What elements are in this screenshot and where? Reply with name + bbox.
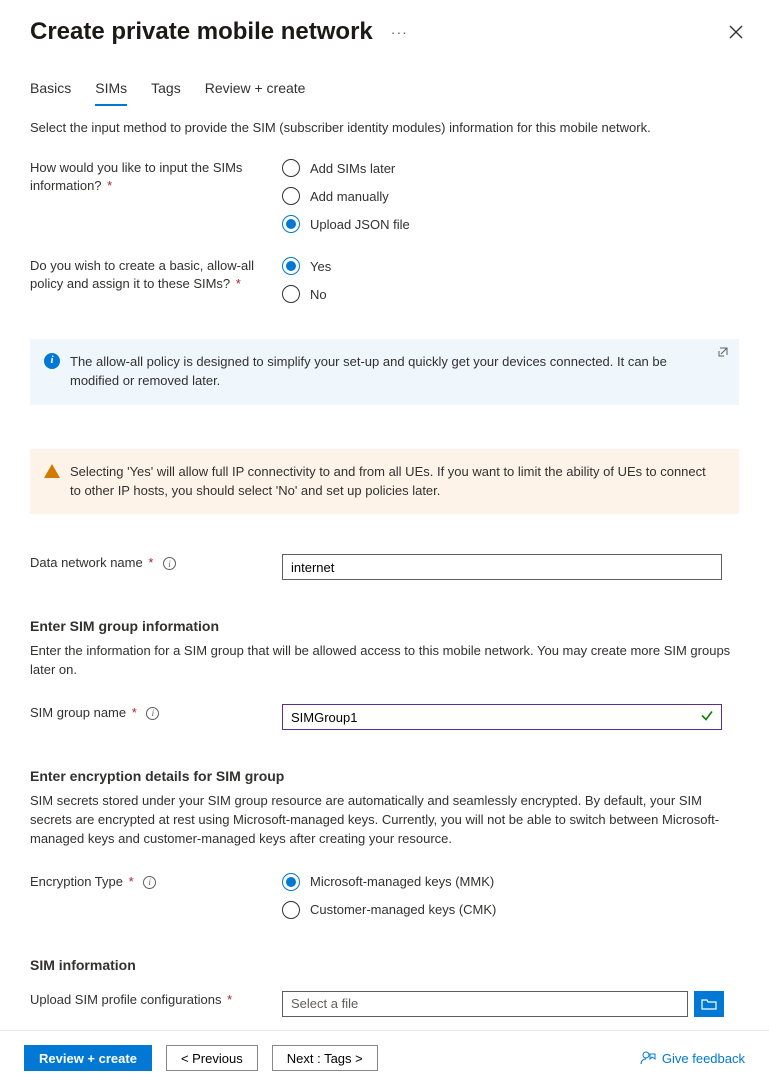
radio-label-mmk: Microsoft-managed keys (MMK)	[310, 874, 494, 889]
radio-mmk[interactable]: Microsoft-managed keys (MMK)	[282, 873, 739, 891]
required-mark: *	[128, 705, 137, 720]
info-icon: i	[44, 353, 60, 369]
help-icon[interactable]: i	[146, 707, 159, 720]
radio-circle-icon	[282, 285, 300, 303]
file-select-input[interactable]: Select a file	[282, 991, 688, 1017]
warning-callout: Selecting 'Yes' will allow full IP conne…	[30, 449, 739, 515]
radio-circle-icon	[282, 159, 300, 177]
help-icon[interactable]: i	[163, 557, 176, 570]
allow-all-label-text: Do you wish to create a basic, allow-all…	[30, 258, 254, 291]
info-callout: i The allow-all policy is designed to si…	[30, 339, 739, 405]
allow-all-radio-group: Yes No	[282, 257, 739, 303]
required-mark: *	[104, 178, 113, 193]
radio-label-upload: Upload JSON file	[310, 217, 410, 232]
panel-content: Basics SIMs Tags Review + create Select …	[0, 54, 769, 1030]
close-button[interactable]	[727, 23, 745, 41]
input-method-radio-group: Add SIMs later Add manually Upload JSON …	[282, 159, 739, 233]
intro-text: Select the input method to provide the S…	[30, 120, 739, 135]
radio-label-no: No	[310, 287, 327, 302]
input-method-label: How would you like to input the SIMs inf…	[30, 159, 282, 233]
feedback-label: Give feedback	[662, 1051, 745, 1066]
radio-circle-selected-icon	[282, 257, 300, 275]
allow-all-label: Do you wish to create a basic, allow-all…	[30, 257, 282, 303]
close-icon	[729, 25, 743, 39]
radio-circle-icon	[282, 187, 300, 205]
valid-check-icon	[700, 709, 714, 726]
upload-label-text: Upload SIM profile configurations	[30, 992, 222, 1007]
encryption-type-label: Encryption Type * i	[30, 873, 282, 919]
required-mark: *	[125, 874, 134, 889]
panel-header: Create private mobile network ···	[0, 0, 769, 54]
data-network-label-text: Data network name	[30, 555, 143, 570]
warning-text: Selecting 'Yes' will allow full IP conne…	[70, 463, 719, 501]
tab-bar: Basics SIMs Tags Review + create	[30, 80, 739, 106]
create-panel: Create private mobile network ··· Basics…	[0, 0, 769, 1085]
warning-icon	[44, 464, 60, 478]
sim-group-name-label: SIM group name * i	[30, 704, 282, 730]
sim-group-heading: Enter SIM group information	[30, 618, 739, 634]
required-mark: *	[224, 992, 233, 1007]
footer-bar: Review + create < Previous Next : Tags >…	[0, 1030, 769, 1085]
radio-circle-icon	[282, 901, 300, 919]
sim-group-name-input[interactable]	[282, 704, 722, 730]
sim-group-desc: Enter the information for a SIM group th…	[30, 642, 739, 680]
data-network-input[interactable]	[282, 554, 722, 580]
radio-allow-yes[interactable]: Yes	[282, 257, 739, 275]
input-method-label-text: How would you like to input the SIMs inf…	[30, 160, 242, 193]
required-mark: *	[232, 276, 241, 291]
radio-add-later[interactable]: Add SIMs later	[282, 159, 739, 177]
radio-add-manually[interactable]: Add manually	[282, 187, 739, 205]
sim-group-name-label-text: SIM group name	[30, 705, 126, 720]
allow-all-row: Do you wish to create a basic, allow-all…	[30, 257, 739, 303]
encryption-heading: Enter encryption details for SIM group	[30, 768, 739, 784]
popout-button[interactable]	[717, 345, 729, 357]
radio-label-cmk: Customer-managed keys (CMK)	[310, 902, 496, 917]
folder-icon	[701, 996, 717, 1012]
encryption-radio-group: Microsoft-managed keys (MMK) Customer-ma…	[282, 873, 739, 919]
radio-label-later: Add SIMs later	[310, 161, 395, 176]
encryption-desc: SIM secrets stored under your SIM group …	[30, 792, 739, 849]
file-placeholder: Select a file	[291, 996, 358, 1011]
tab-sims[interactable]: SIMs	[95, 80, 127, 106]
upload-row: Upload SIM profile configurations * Sele…	[30, 991, 739, 1017]
radio-allow-no[interactable]: No	[282, 285, 739, 303]
data-network-row: Data network name * i	[30, 554, 739, 580]
encryption-type-row: Encryption Type * i Microsoft-managed ke…	[30, 873, 739, 919]
previous-button[interactable]: < Previous	[166, 1045, 258, 1071]
next-button[interactable]: Next : Tags >	[272, 1045, 378, 1071]
feedback-icon	[640, 1050, 656, 1066]
sim-info-heading: SIM information	[30, 957, 739, 973]
radio-cmk[interactable]: Customer-managed keys (CMK)	[282, 901, 739, 919]
radio-upload-json[interactable]: Upload JSON file	[282, 215, 739, 233]
more-icon[interactable]: ···	[391, 24, 408, 40]
upload-label: Upload SIM profile configurations *	[30, 991, 282, 1017]
tab-basics[interactable]: Basics	[30, 80, 71, 106]
tab-tags[interactable]: Tags	[151, 80, 181, 106]
popout-icon	[717, 346, 729, 358]
page-title: Create private mobile network	[30, 18, 373, 46]
radio-label-manual: Add manually	[310, 189, 389, 204]
tab-review[interactable]: Review + create	[205, 80, 306, 106]
radio-label-yes: Yes	[310, 259, 331, 274]
give-feedback-link[interactable]: Give feedback	[640, 1050, 745, 1066]
sim-group-name-row: SIM group name * i	[30, 704, 739, 730]
help-icon[interactable]: i	[143, 876, 156, 889]
radio-circle-selected-icon	[282, 873, 300, 891]
required-mark: *	[145, 555, 154, 570]
browse-button[interactable]	[694, 991, 724, 1017]
info-text: The allow-all policy is designed to simp…	[70, 353, 719, 391]
input-method-row: How would you like to input the SIMs inf…	[30, 159, 739, 233]
review-create-button[interactable]: Review + create	[24, 1045, 152, 1071]
radio-circle-selected-icon	[282, 215, 300, 233]
data-network-label: Data network name * i	[30, 554, 282, 580]
encryption-type-label-text: Encryption Type	[30, 874, 123, 889]
